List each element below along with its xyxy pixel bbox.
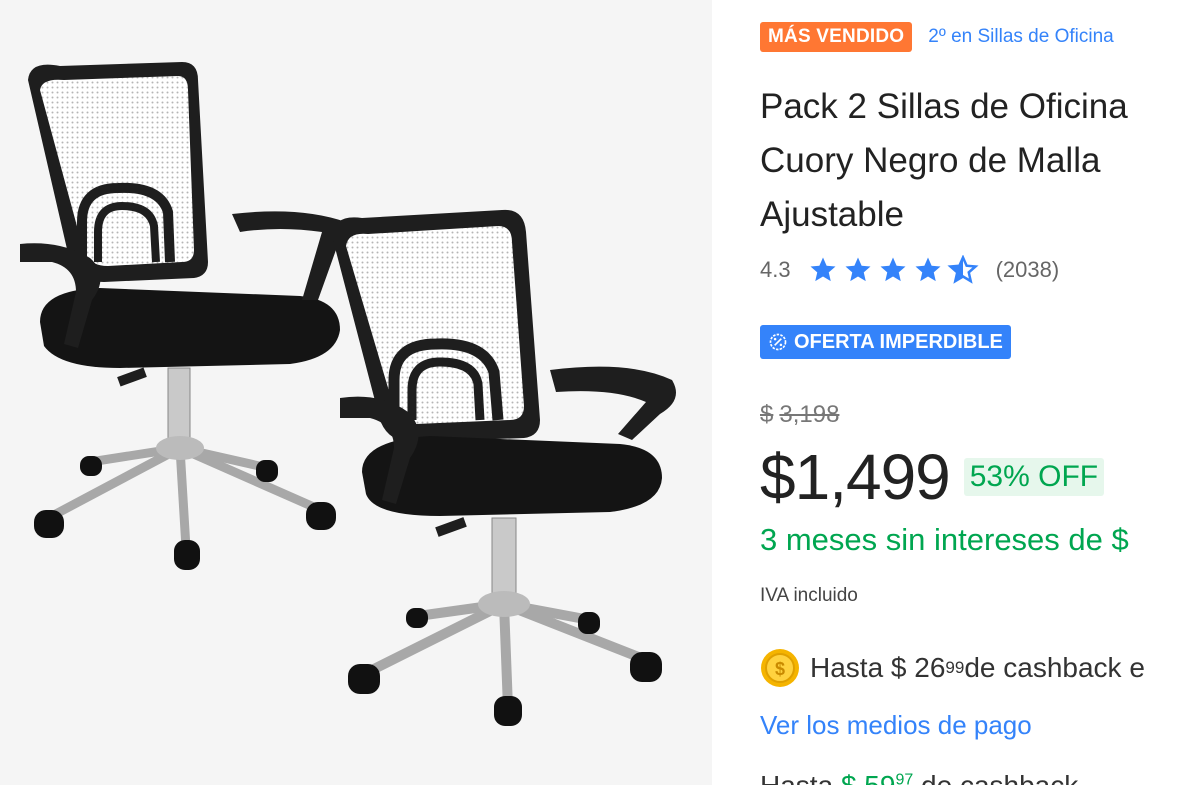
star-full-icon (845, 257, 871, 282)
rating-value: 4.3 (760, 257, 791, 282)
discount-seal-icon (769, 333, 787, 351)
installments-text: 3 meses sin intereses de $ (760, 522, 1129, 557)
title-line: Ajustable (760, 195, 904, 234)
cashback-suffix: de cashback e (964, 652, 1145, 683)
coin-icon: $ (761, 649, 799, 687)
truncated-suffix: de cashback (913, 770, 1078, 785)
office-chairs-illustration (20, 62, 676, 726)
star-full-icon (915, 257, 941, 282)
truncated-prefix: Hasta (760, 770, 841, 785)
truncated-promo-line: Hasta $ 5997 de cashback (760, 770, 1078, 785)
product-title: Pack 2 Sillas de Oficina Cuory Negro de … (760, 80, 1128, 242)
original-price-amount: 3,198 (779, 401, 840, 428)
best-seller-badge: MÁS VENDIDO (760, 22, 913, 52)
deal-badge-label: OFERTA IMPERDIBLE (794, 330, 1003, 353)
title-line: Pack 2 Sillas de Oficina (760, 87, 1128, 126)
payment-methods-link[interactable]: Ver los medios de pago (760, 710, 1032, 741)
discount-badge: 53% OFF (963, 458, 1105, 496)
chair-back-left (20, 62, 346, 570)
product-info: MÁS VENDIDO 2º en Sillas de Oficina Pack… (760, 0, 1200, 785)
star-full-icon (880, 257, 906, 282)
product-image[interactable] (0, 0, 712, 785)
star-half-icon (947, 255, 979, 284)
title-line: Cuory Negro de Malla (760, 141, 1101, 180)
badge-row: MÁS VENDIDO 2º en Sillas de Oficina (760, 22, 1114, 52)
deal-badge: OFERTA IMPERDIBLE (760, 325, 1011, 359)
rating-row[interactable]: 4.3 (2038) (760, 255, 1059, 285)
star-full-icon (810, 257, 836, 282)
current-price: $1,499 (760, 441, 951, 513)
rating-count: (2038) (995, 257, 1060, 282)
price-row: $1,499 53% OFF (760, 440, 1105, 514)
chair-front-right (332, 209, 676, 726)
svg-text:$: $ (775, 659, 785, 679)
tax-note: IVA incluido (760, 585, 858, 606)
truncated-amount: $ 59 (841, 770, 896, 785)
category-rank-link[interactable]: 2º en Sillas de Oficina (928, 26, 1113, 48)
cashback-row: $ Hasta $ 26 99 de cashback e (760, 648, 1145, 688)
original-price-currency: $ (760, 401, 774, 428)
rating-stars (807, 255, 982, 285)
original-price: $3,198 (760, 401, 839, 429)
cashback-amount: Hasta $ 26 (810, 652, 946, 683)
truncated-cents: 97 (895, 771, 914, 785)
